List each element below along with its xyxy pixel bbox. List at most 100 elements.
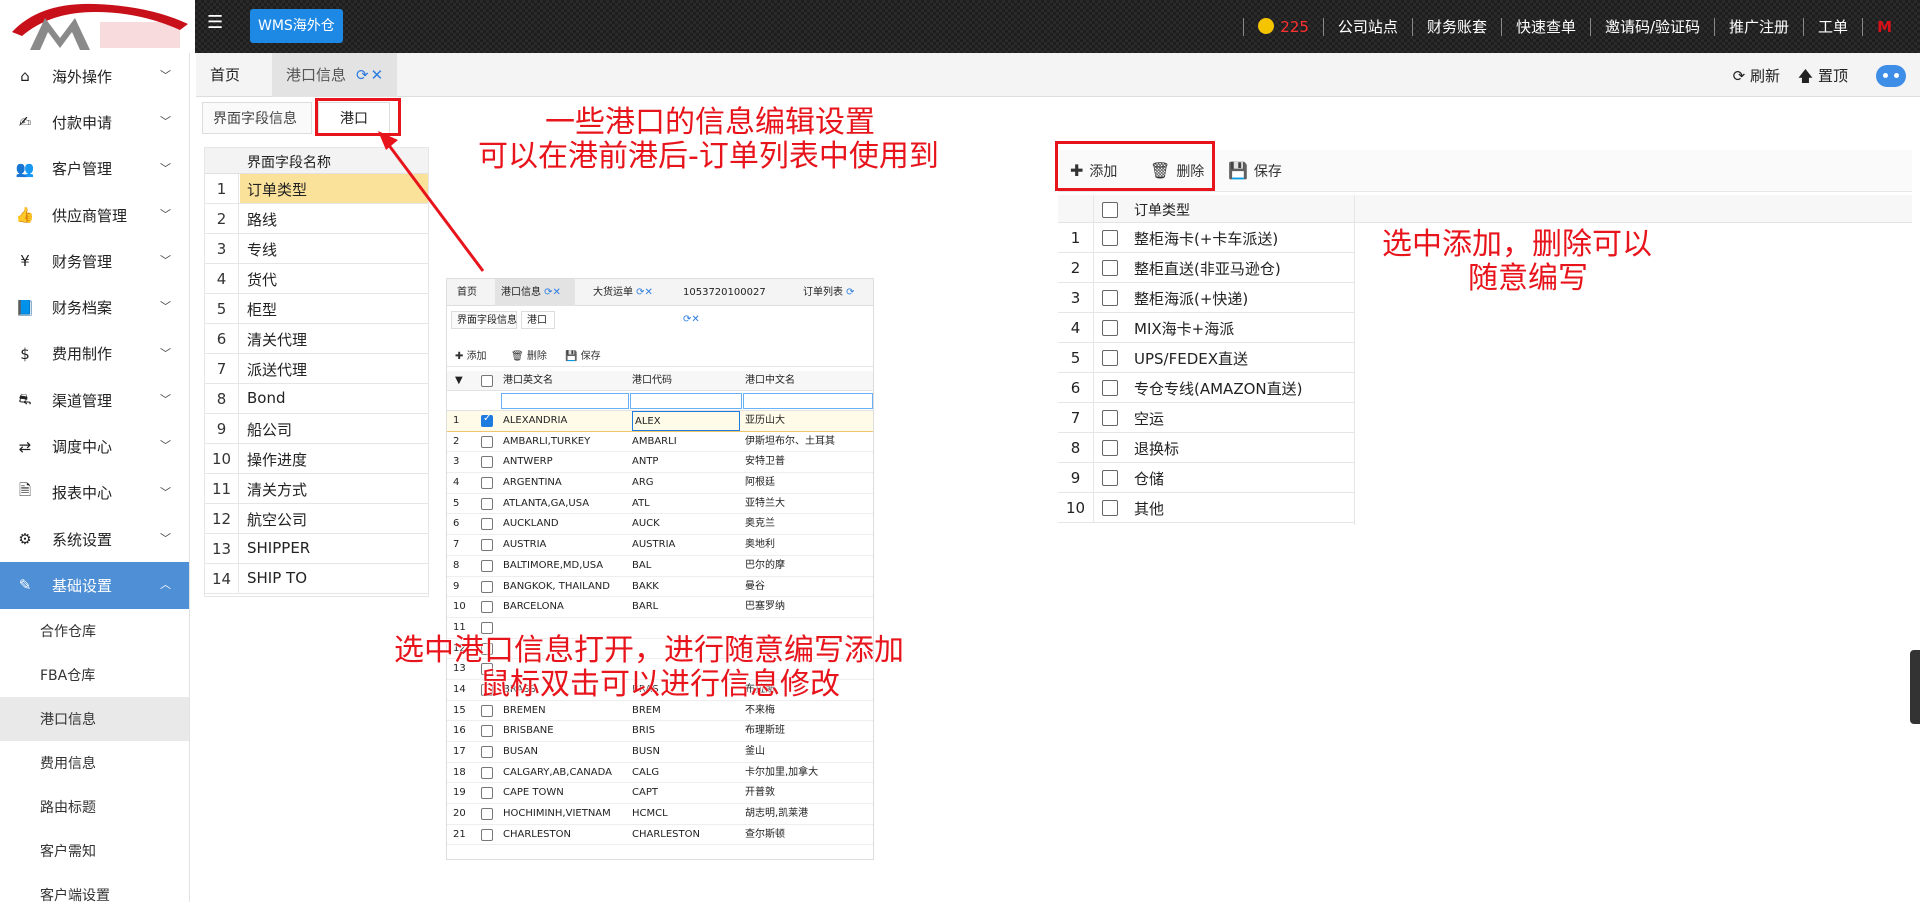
sidebar-sub-route-title[interactable]: 路由标题 xyxy=(0,785,189,829)
inset-tab-freight[interactable]: 大货运单 ⟳✕ xyxy=(587,279,667,306)
top-link-promo-register[interactable]: 推广注册 xyxy=(1729,16,1789,37)
row-checkbox[interactable] xyxy=(481,704,493,717)
row-checkbox[interactable] xyxy=(481,828,493,841)
top-link-quick-lookup[interactable]: 快速查单 xyxy=(1516,16,1576,37)
filter-cn-input[interactable] xyxy=(743,393,873,409)
field-row[interactable]: 11 清关方式 xyxy=(205,474,428,504)
inset-save-button[interactable]: 💾 保存 xyxy=(565,347,601,362)
inset-port-row[interactable]: 6 AUCKLAND AUCK 奥克兰 xyxy=(447,514,873,536)
row-checkbox[interactable] xyxy=(1102,260,1118,276)
sidebar-item-overseas-ops[interactable]: ⌂ 海外操作 ﹀ xyxy=(0,53,189,99)
coin-counter[interactable]: 225 xyxy=(1258,17,1309,36)
inset-port-row[interactable]: 7 AUSTRIA AUSTRIA 奥地利 xyxy=(447,535,873,556)
inset-port-row[interactable]: 15 BREMEN BREM 不来梅 xyxy=(447,701,873,722)
field-row[interactable]: 7 派送代理 xyxy=(205,354,428,384)
close-tab-icon[interactable]: ✕ xyxy=(371,66,384,84)
row-checkbox[interactable] xyxy=(1102,350,1118,366)
inset-port-row[interactable]: 17 BUSAN BUSN 釜山 xyxy=(447,742,873,763)
inset-port-row[interactable]: 1ALEXANDRIAALEX亚历山大 xyxy=(447,411,873,432)
row-checkbox[interactable] xyxy=(481,601,493,614)
filter-code-input[interactable] xyxy=(630,393,742,409)
inset-port-row[interactable]: 18 CALGARY,AB,CANADA CALG 卡尔加里,加拿大 xyxy=(447,763,873,784)
row-checkbox[interactable] xyxy=(1102,290,1118,306)
row-checkbox[interactable] xyxy=(481,766,493,779)
inset-tab-port-info[interactable]: 港口信息 ⟳✕ xyxy=(495,279,575,306)
top-link-invite-code[interactable]: 邀请码/验证码 xyxy=(1605,16,1700,37)
sidebar-item-finance-mgmt[interactable]: ¥ 财务管理 ﹀ xyxy=(0,238,189,284)
row-checkbox[interactable] xyxy=(481,725,493,738)
inset-port-row[interactable]: 20 HOCHIMINH,VIETNAM HCMCL 胡志明,凯莱港 xyxy=(447,804,873,825)
sidebar-item-system-settings[interactable]: ⚙ 系统设置 ﹀ xyxy=(0,516,189,562)
field-row[interactable]: 3 专线 xyxy=(205,234,428,264)
sidebar-item-dispatch-center[interactable]: ⇄ 调度中心 ﹀ xyxy=(0,423,189,469)
inset-subtab-fields[interactable]: 界面字段信息 xyxy=(451,311,517,329)
field-row[interactable]: 6 清关代理 xyxy=(205,324,428,354)
field-row[interactable]: 5 柜型 xyxy=(205,294,428,324)
chatbot-icon[interactable] xyxy=(1876,65,1906,87)
order-type-row[interactable]: 4 MIX海卡+海派 xyxy=(1058,313,1354,343)
field-row[interactable]: 10 操作进度 xyxy=(205,444,428,474)
order-type-row[interactable]: 1 整柜海卡(+卡车派送) xyxy=(1058,223,1354,253)
row-checkbox[interactable] xyxy=(481,580,493,593)
order-type-row[interactable]: 2 整柜直送(非亚马逊仓) xyxy=(1058,253,1354,283)
select-all-checkbox[interactable] xyxy=(1102,202,1118,218)
order-type-row[interactable]: 6 专仓专线(AMAZON直送) xyxy=(1058,373,1354,403)
inset-subtab-port[interactable]: 港口 xyxy=(521,311,555,329)
user-avatar[interactable]: M xyxy=(1877,18,1892,36)
order-type-row[interactable]: 10 其他 xyxy=(1058,493,1354,523)
row-checkbox[interactable] xyxy=(481,539,493,552)
refresh-tab-icon[interactable]: ⟳ xyxy=(356,66,369,84)
app-badge[interactable]: WMS海外仓 xyxy=(250,9,343,43)
top-link-company-site[interactable]: 公司站点 xyxy=(1338,16,1398,37)
sidebar-item-basic-settings[interactable]: ✎ 基础设置 ︿ xyxy=(0,562,189,609)
inset-delete-button[interactable]: 🗑 删除 xyxy=(511,347,547,362)
sidebar-sub-partner-warehouse[interactable]: 合作仓库 xyxy=(0,609,189,653)
inset-tab-order-list[interactable]: 订单列表 ⟳ xyxy=(797,279,873,306)
menu-toggle-icon[interactable]: ☰ xyxy=(207,14,225,32)
sidebar-item-report-center[interactable]: 🗎 报表中心 ﹀ xyxy=(0,470,189,516)
inset-port-row[interactable]: 2 AMBARLI,TURKEY AMBARLI 伊斯坦布尔、土耳其 xyxy=(447,432,873,453)
inset-tab-order-no[interactable]: 1053720100027 ⟳✕ xyxy=(677,279,787,325)
row-checkbox[interactable] xyxy=(1102,410,1118,426)
sidebar-item-channel-mgmt[interactable]: ⛐ 渠道管理 ﹀ xyxy=(0,377,189,423)
field-row[interactable]: 8 Bond xyxy=(205,384,428,414)
inset-port-row[interactable]: 5 ATLANTA,GA,USA ATL 亚特兰大 xyxy=(447,494,873,515)
sidebar-item-finance-archive[interactable]: 📘 财务档案 ﹀ xyxy=(0,284,189,330)
row-checkbox[interactable] xyxy=(481,497,493,510)
order-type-row[interactable]: 9 仓储 xyxy=(1058,463,1354,493)
field-row[interactable]: 4 货代 xyxy=(205,264,428,294)
inset-tab-home[interactable]: 首页 xyxy=(451,279,483,306)
row-checkbox[interactable] xyxy=(481,808,493,821)
inset-port-row[interactable]: 8 BALTIMORE,MD,USA BAL 巴尔的摩 xyxy=(447,556,873,577)
inset-port-row[interactable]: 21 CHARLESTON CHARLESTON 查尔斯顿 xyxy=(447,825,873,846)
row-checkbox[interactable] xyxy=(481,435,493,448)
sidebar-sub-client-settings[interactable]: 客户端设置 xyxy=(0,873,189,902)
sidebar-item-fee-making[interactable]: $ 费用制作 ﹀ xyxy=(0,331,189,377)
sidebar-sub-fba-warehouse[interactable]: FBA仓库 xyxy=(0,653,189,697)
filter-en-input[interactable] xyxy=(501,393,629,409)
field-row[interactable]: 9 船公司 xyxy=(205,414,428,444)
top-link-work-order[interactable]: 工单 xyxy=(1818,16,1848,37)
field-row[interactable]: 14 SHIP TO xyxy=(205,564,428,594)
order-type-row[interactable]: 7 空运 xyxy=(1058,403,1354,433)
row-checkbox[interactable] xyxy=(481,477,493,490)
row-checkbox[interactable] xyxy=(1102,230,1118,246)
pin-top-button[interactable]: 🡅 置顶 xyxy=(1798,65,1848,91)
save-button[interactable]: 💾 保存 xyxy=(1228,161,1282,181)
sidebar-item-supplier-mgmt[interactable]: 👍 供应商管理 ﹀ xyxy=(0,192,189,238)
row-checkbox[interactable] xyxy=(1102,380,1118,396)
inset-port-row[interactable]: 10 BARCELONA BARL 巴塞罗纳 xyxy=(447,597,873,618)
row-checkbox[interactable] xyxy=(481,456,493,469)
inset-select-all-checkbox[interactable] xyxy=(481,375,493,387)
order-type-row[interactable]: 3 整柜海派(+快递) xyxy=(1058,283,1354,313)
sidebar-sub-fee-info[interactable]: 费用信息 xyxy=(0,741,189,785)
row-checkbox[interactable] xyxy=(481,559,493,572)
field-row[interactable]: 12 航空公司 xyxy=(205,504,428,534)
sidebar-sub-customer-notice[interactable]: 客户需知 xyxy=(0,829,189,873)
row-checkbox[interactable] xyxy=(481,787,493,800)
field-row[interactable]: 1 订单类型 xyxy=(205,174,428,204)
filter-icon[interactable]: ▼ xyxy=(455,371,463,390)
tab-port-info[interactable]: 港口信息 ⟳ ✕ xyxy=(272,53,398,97)
row-checkbox[interactable] xyxy=(481,746,493,758)
inset-port-row[interactable]: 19 CAPE TOWN CAPT 开普敦 xyxy=(447,783,873,805)
